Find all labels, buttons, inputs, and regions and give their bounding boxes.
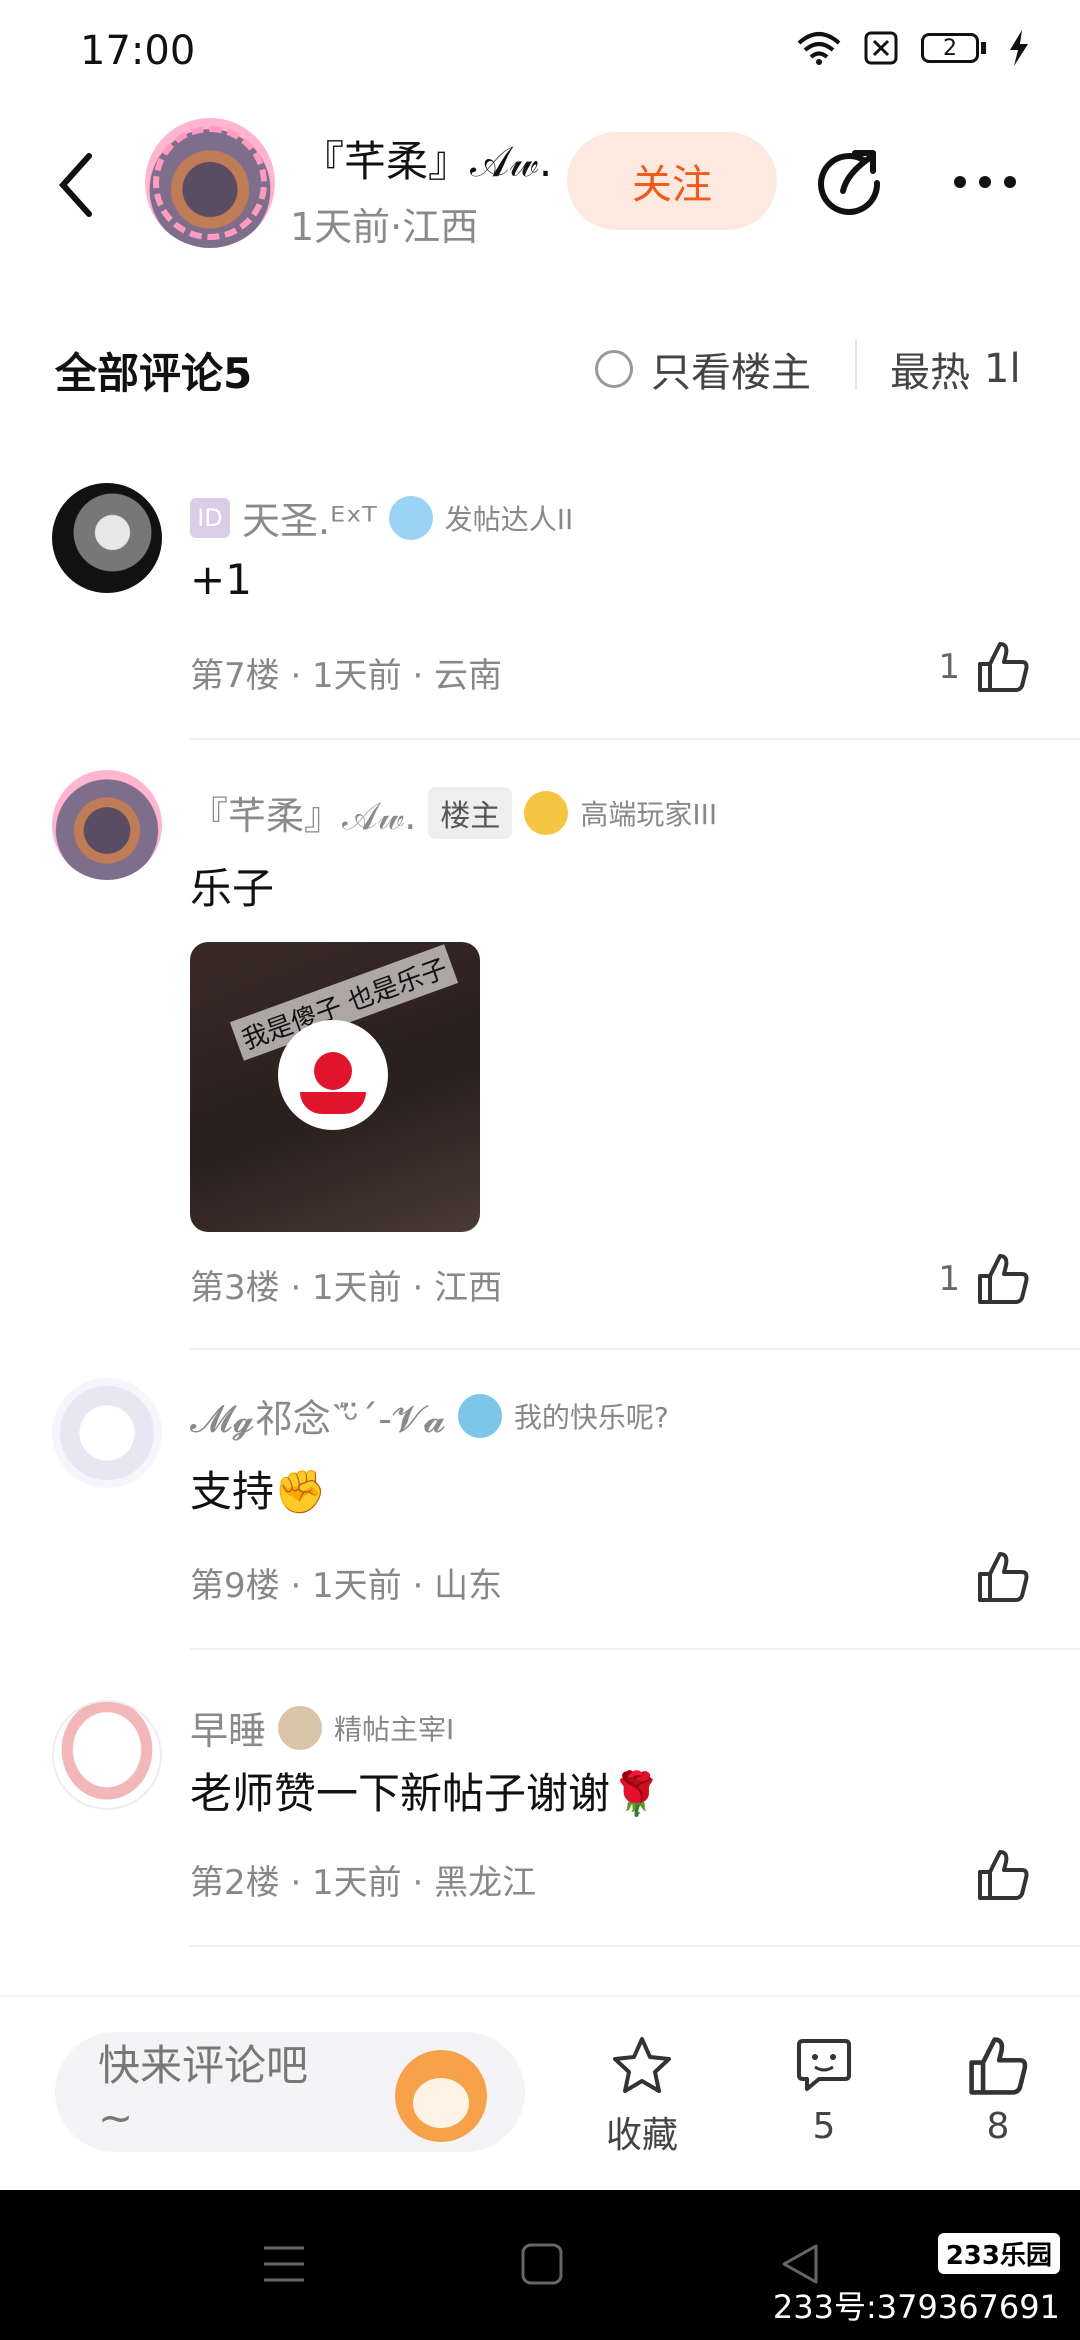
commenter-avatar[interactable] — [52, 1378, 162, 1488]
like-button[interactable]: 1 — [938, 640, 1030, 694]
id-tag: ID — [190, 497, 230, 538]
divider — [855, 340, 857, 390]
comment-text: 乐子 — [190, 864, 275, 913]
mascot-icon — [395, 2050, 487, 2142]
comment-count: 5 — [812, 2106, 836, 2147]
star-icon — [613, 2037, 671, 2093]
sort-button[interactable]: 最热 1l — [890, 340, 1021, 398]
badge-icon — [457, 1393, 502, 1438]
comment-image[interactable]: 我是傻子 也是乐子 — [190, 942, 480, 1232]
comment-text: 支持✊ — [190, 1467, 327, 1516]
watermark-id: 233号:379367691 — [772, 2288, 1060, 2326]
wifi-icon — [797, 32, 841, 65]
comment-placeholder: 快来评论吧 ~ — [98, 2040, 308, 2144]
charging-icon — [1010, 30, 1028, 66]
commenter-avatar[interactable] — [52, 1700, 162, 1810]
menu-nav-icon[interactable] — [262, 2242, 306, 2286]
comment-divider — [190, 1945, 1080, 1947]
more-icon[interactable] — [950, 172, 1020, 192]
author-meta: 1天前·江西 — [290, 205, 479, 249]
share-icon[interactable] — [815, 145, 885, 215]
owner-only-toggle[interactable]: 只看楼主 — [595, 340, 811, 398]
favorite-button[interactable]: 收藏 — [582, 2035, 702, 2158]
status-icons: 2 — [797, 30, 1030, 66]
commenter-name[interactable]: 『芊柔』𝒜𝓌. — [190, 785, 416, 840]
comment-text: +1 — [190, 555, 252, 604]
sort-icon: 1l — [984, 346, 1021, 392]
favorite-label: 收藏 — [605, 2115, 678, 2156]
commenter-avatar[interactable] — [52, 483, 162, 593]
thumbs-up-icon — [969, 2037, 1028, 2095]
comment-meta: 第7楼 · 1天前 · 云南 — [190, 656, 503, 696]
badge-text: 高端玩家III — [580, 797, 718, 831]
author-name[interactable]: 『芊柔』𝒜𝓌. — [302, 128, 552, 189]
commenter-name[interactable]: 早睡 — [190, 1700, 266, 1755]
comment-divider — [190, 738, 1080, 740]
comments-title: 全部评论5 — [55, 349, 253, 398]
like-button[interactable] — [960, 1550, 1030, 1604]
commenter-name-row: 『芊柔』𝒜𝓌. 楼主 高端玩家III — [190, 785, 717, 840]
home-nav-icon[interactable] — [520, 2242, 564, 2286]
battery-icon: 2 — [921, 33, 979, 63]
comment-divider — [190, 1348, 1080, 1350]
like-count: 1 — [938, 1259, 960, 1299]
owner-only-label: 只看楼主 — [651, 350, 811, 396]
comment-divider — [190, 1648, 1080, 1650]
battery-tip — [981, 42, 986, 54]
watermark: 233乐园 233号:379367691 — [773, 2233, 1060, 2328]
status-time: 17:00 — [80, 28, 196, 74]
commenter-avatar[interactable] — [52, 770, 162, 880]
status-bar: 17:00 2 — [0, 0, 1080, 100]
sort-label: 最热 — [890, 350, 970, 396]
badge-text: 发帖达人II — [444, 502, 574, 536]
author-avatar[interactable] — [145, 118, 275, 248]
thumbs-up-icon — [978, 1552, 1029, 1602]
chat-icon — [797, 2039, 851, 2091]
like-count: 8 — [986, 2106, 1010, 2147]
comment-meta: 第2楼 · 1天前 · 黑龙江 — [190, 1863, 537, 1903]
follow-button[interactable]: 关注 — [567, 132, 777, 230]
watermark-logo: 233乐园 — [937, 2233, 1060, 2274]
commenter-name[interactable]: 天圣.ᴱˣᵀ — [242, 490, 377, 545]
like-button[interactable]: 1 — [938, 1252, 1030, 1306]
owner-tag: 楼主 — [428, 786, 513, 839]
badge-text: 我的快乐呢? — [513, 1400, 669, 1434]
commenter-name[interactable]: 𝓜𝓰祁念ˋ͛ᵕ̈ˊ-𝓥𝓪 — [190, 1388, 446, 1443]
badge-icon — [278, 1705, 323, 1750]
comment-meta: 第3楼 · 1天前 · 江西 — [190, 1268, 503, 1308]
like-post-button[interactable]: 8 — [938, 2035, 1058, 2147]
placeholder-line-2: ~ — [98, 2093, 134, 2142]
radio-icon[interactable] — [595, 350, 633, 388]
back-icon[interactable] — [55, 150, 95, 220]
commenter-name-row: ID 天圣.ᴱˣᵀ 发帖达人II — [190, 490, 573, 545]
thumbs-up-icon — [978, 642, 1029, 692]
thumbs-up-icon — [978, 1850, 1029, 1900]
badge-icon — [524, 790, 569, 835]
sim-off-icon — [864, 31, 898, 65]
badge-icon — [388, 495, 433, 540]
comments-button[interactable]: 5 — [764, 2035, 884, 2147]
comment-text: 老师赞一下新帖子谢谢🌹 — [190, 1769, 663, 1818]
clown-face-icon — [278, 1020, 388, 1130]
thumbs-up-icon — [978, 1254, 1029, 1304]
placeholder-line-1: 快来评论吧 — [98, 2041, 309, 2090]
badge-text: 精帖主宰I — [334, 1712, 455, 1746]
like-button[interactable] — [960, 1848, 1030, 1902]
commenter-name-row: 早睡 精帖主宰I — [190, 1700, 454, 1755]
system-nav-bar: 233乐园 233号:379367691 — [0, 2190, 1080, 2340]
commenter-name-row: 𝓜𝓰祁念ˋ͛ᵕ̈ˊ-𝓥𝓪 我的快乐呢? — [190, 1388, 669, 1443]
like-count: 1 — [938, 647, 960, 687]
comment-meta: 第9楼 · 1天前 · 山东 — [190, 1566, 503, 1606]
